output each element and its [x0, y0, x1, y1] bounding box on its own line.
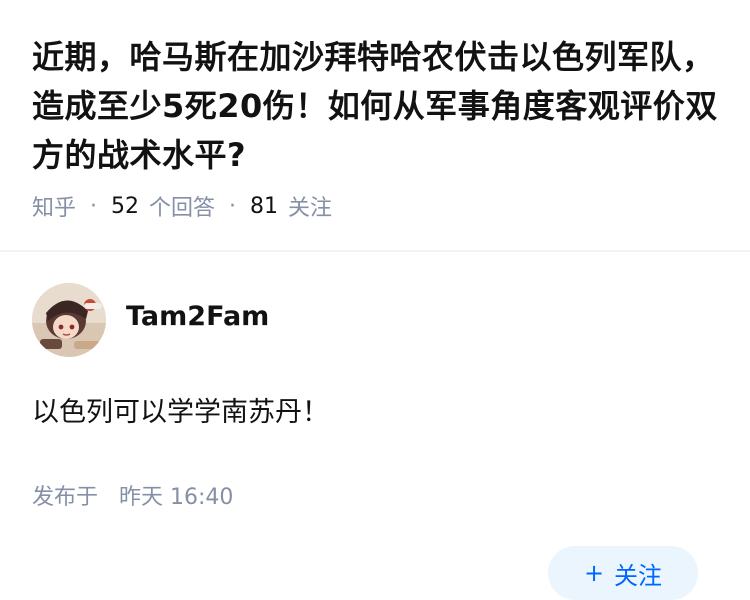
follower-count-label: 关注: [288, 196, 333, 221]
meta-separator: ·: [229, 193, 237, 219]
posted-time: 昨天 16:40: [119, 485, 234, 510]
follower-count: 81: [250, 193, 279, 219]
answer-content[interactable]: 以色列可以学学南苏丹！: [32, 390, 718, 429]
answer-count: 52: [111, 193, 140, 219]
author-avatar[interactable]: [32, 283, 106, 357]
question-meta: 知乎 · 52 个回答 · 81 关注: [32, 190, 718, 222]
anime-girl-avatar-icon: [32, 283, 106, 357]
question-title[interactable]: 近期，哈马斯在加沙拜特哈农伏击以色列军队，造成至少5死20伤！如何从军事角度客观…: [32, 33, 718, 180]
meta-separator: ·: [90, 193, 98, 219]
source-label[interactable]: 知乎: [32, 190, 76, 222]
posted-info: 发布于 昨天 16:40: [32, 479, 718, 511]
question-header: 近期，哈马斯在加沙拜特哈农伏击以色列军队，造成至少5死20伤！如何从军事角度客观…: [0, 0, 750, 221]
answer-count-label: 个回答: [149, 196, 216, 221]
follow-button-label: 关注: [614, 561, 663, 590]
answer-card: Tam2Fam + 关注 以色列可以学学南苏丹！ 发布于 昨天 16:40: [0, 252, 750, 600]
plus-icon: +: [583, 559, 605, 587]
author-row: Tam2Fam: [32, 282, 718, 358]
follow-button[interactable]: + 关注: [548, 546, 698, 600]
posted-label: 发布于: [32, 485, 99, 510]
author-name[interactable]: Tam2Fam: [126, 301, 269, 332]
